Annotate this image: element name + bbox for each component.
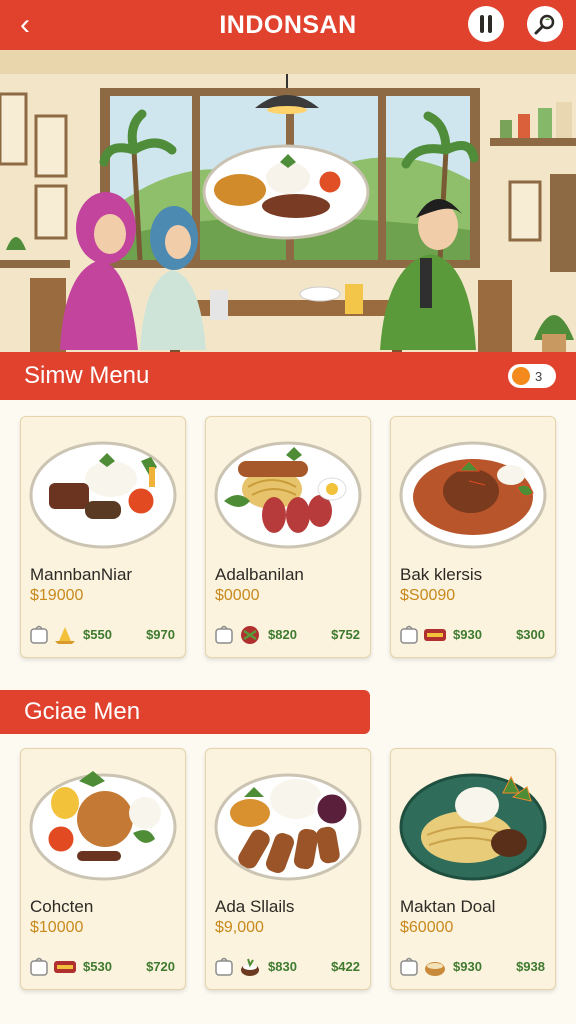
dish-image	[399, 441, 547, 549]
dish-image	[29, 441, 177, 549]
shopping-bag-icon[interactable]	[29, 955, 49, 977]
dish-image	[214, 441, 362, 549]
dish-price: $10000	[30, 919, 84, 936]
section-header: Simw Menu	[0, 352, 576, 400]
bowl-icon[interactable]	[423, 957, 447, 977]
price-large: $938	[516, 959, 545, 974]
dish-price: $60000	[400, 919, 454, 936]
price-small: $930	[453, 627, 482, 642]
dish-name: Adalbanilan	[215, 565, 304, 584]
price-large: $300	[516, 627, 545, 642]
menu-card[interactable]: Adalbanilan $0000 $820 $752	[205, 416, 371, 658]
price-large: $422	[331, 959, 360, 974]
menu-card[interactable]: Cohcten $10000 $530 $720	[20, 748, 186, 990]
shopping-bag-icon[interactable]	[399, 623, 419, 645]
dish-price: $9,000	[215, 919, 264, 936]
toggle-knob	[512, 367, 530, 385]
price-small: $930	[453, 959, 482, 974]
price-large: $970	[146, 627, 175, 642]
dish-name: Ada Sllails	[215, 897, 295, 916]
menu-button[interactable]	[468, 6, 504, 42]
hero-illustration	[0, 50, 576, 352]
menu-card[interactable]: Bak klersis $S0090 $930 $300	[390, 416, 556, 658]
chevron-left-icon: ‹	[20, 8, 30, 41]
price-small: $820	[268, 627, 297, 642]
price-small: $830	[268, 959, 297, 974]
shopping-bag-icon[interactable]	[399, 955, 419, 977]
search-button[interactable]	[527, 6, 563, 42]
menu-card[interactable]: MannbanNiar $19000 $550 $970	[20, 416, 186, 658]
toggle-value: 3	[535, 368, 543, 384]
price-small: $530	[83, 959, 112, 974]
dish-name: MannbanNiar	[30, 565, 133, 584]
dish-name: Bak klersis	[400, 565, 483, 584]
app-title: INDONSAN	[219, 10, 357, 39]
dish-price: $19000	[30, 587, 84, 604]
bowl-icon[interactable]	[423, 625, 447, 645]
price-small: $550	[83, 627, 112, 642]
utensils-icon	[480, 15, 492, 33]
shopping-bag-icon[interactable]	[29, 623, 49, 645]
shopping-bag-icon[interactable]	[214, 623, 234, 645]
shopping-bag-icon[interactable]	[214, 955, 234, 977]
bowl-icon[interactable]	[53, 625, 77, 645]
dish-image	[399, 773, 547, 881]
dish-name: Cohcten	[30, 897, 94, 916]
dish-price: $0000	[215, 587, 260, 604]
section-title: Simw Menu	[24, 362, 150, 389]
section-header: Gciae Men	[0, 690, 370, 734]
dish-image	[214, 773, 362, 881]
price-large: $720	[146, 959, 175, 974]
top-bar: ‹ INDONSAN	[0, 0, 576, 50]
bowl-icon[interactable]	[238, 625, 262, 645]
menu-card[interactable]: Maktan Doal $60000 $930 $938	[390, 748, 556, 990]
bowl-icon[interactable]	[53, 957, 77, 977]
dish-name: Maktan Doal	[400, 897, 496, 916]
dish-image	[29, 771, 177, 881]
view-toggle[interactable]: 3	[508, 364, 556, 388]
bowl-icon[interactable]	[238, 957, 262, 977]
dish-price: $S0090	[400, 587, 456, 604]
back-button[interactable]: ‹	[8, 8, 42, 42]
search-icon	[534, 14, 555, 35]
section-title: Gciae Men	[24, 698, 141, 725]
menu-card[interactable]: Ada Sllails $9,000 $830 $422	[205, 748, 371, 990]
price-large: $752	[331, 627, 360, 642]
